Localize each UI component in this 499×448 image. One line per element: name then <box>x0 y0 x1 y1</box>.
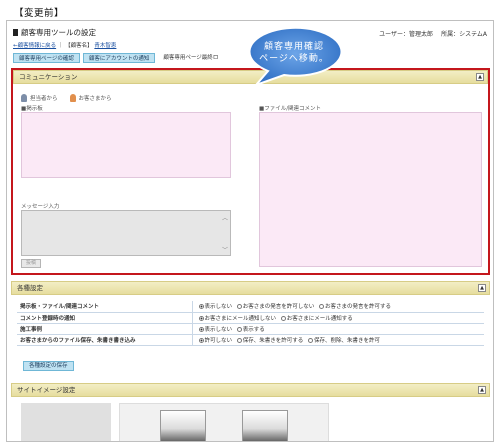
setting-options: 許可しない 保存、朱書きを許可する 保存、削除、朱書きを許可 <box>191 334 484 346</box>
setting-options: お客さまにメール通知しない お客さまにメール通知する <box>191 312 484 324</box>
document-icon <box>13 29 18 36</box>
settings-title: 各種設定 <box>17 284 43 292</box>
customer-person-icon <box>69 94 76 102</box>
callout-text: 顧客専用確認 ページへ移動。 <box>254 41 334 65</box>
radio-label: 許可しない <box>204 337 233 344</box>
radio-label: 表示する <box>242 326 265 333</box>
customer-name-link[interactable]: 青木智恵 <box>94 43 116 49</box>
radio-option[interactable] <box>319 304 325 310</box>
file-comment-label: ■ファイル/関連コメント <box>259 106 322 112</box>
site-image-header: サイトイメージ設定 ▲ <box>11 383 490 397</box>
collapse-toggle-icon[interactable]: ▲ <box>476 73 484 81</box>
setting-key: お客さまからのファイル保存、朱書き書き込み <box>17 334 192 346</box>
role-customer: お客さまから <box>69 94 112 102</box>
user-org: 所属：システムA <box>441 31 487 38</box>
staff-person-icon <box>21 94 27 102</box>
radio-label: お客さまの発言を許可する <box>325 304 392 311</box>
app-title-text: 顧客専用ツールの設定 <box>21 28 96 37</box>
radio-option[interactable] <box>198 326 204 332</box>
radio-label: お客さまにメール通知する <box>286 315 353 322</box>
setting-options: 表示しない 表示する <box>191 323 484 335</box>
radio-option[interactable] <box>198 315 204 321</box>
customer-label: 【顧客名】 <box>65 43 93 49</box>
user-name: ユーザー：管理太郎 <box>379 31 434 38</box>
site-image-title: サイトイメージ設定 <box>17 386 76 394</box>
setting-options: 表示しない お客さまの発言を許可しない お客さまの発言を許可する <box>191 301 484 313</box>
radio-label: 表示しない <box>204 304 233 311</box>
breadcrumb-separator: ｜ <box>57 43 64 49</box>
main-image-placeholder <box>21 403 111 441</box>
radio-option[interactable] <box>280 315 286 321</box>
callout-line-2: ページへ移動。 <box>259 54 329 64</box>
radio-label: お客さまの発言を許可しない <box>242 304 315 311</box>
communication-title: コミュニケーション <box>19 73 78 81</box>
role-staff-label: 担当者から <box>30 96 58 102</box>
site-image-collapse-icon[interactable]: ▲ <box>478 386 486 394</box>
radio-label: お客さまにメール通知しない <box>204 315 277 322</box>
radio-option[interactable] <box>308 337 314 343</box>
scroll-down-icon[interactable]: ﹀ <box>221 245 229 254</box>
page-caption: 【変更前】 <box>14 8 65 19</box>
radio-option[interactable] <box>198 337 204 343</box>
role-legend: 担当者から お客さまから <box>21 94 112 102</box>
save-settings-button[interactable]: 各種設定の保存 <box>23 361 74 371</box>
post-button[interactable]: 投稿 <box>21 259 41 268</box>
callout-line-1: 顧客専用確認 <box>263 42 324 52</box>
radio-label: 保存、朱書きを許可する <box>242 337 304 344</box>
communication-highlight: コミュニケーション ▲ 担当者から お客さまから ■掲示板 ■ファイル/関連コメ… <box>11 68 490 275</box>
table-row: 掲示板・ファイル/関連コメント 表示しない お客さまの発言を許可しない お客さま… <box>17 301 484 313</box>
scroll-up-icon[interactable]: ︿ <box>221 213 229 222</box>
site-image-section: サイトイメージ設定 ▲ <box>11 383 490 441</box>
role-staff: 担当者から <box>21 94 58 102</box>
callout-balloon: 顧客専用確認 ページへ移動。 <box>234 21 348 87</box>
site-image-body <box>11 403 490 441</box>
radio-option[interactable] <box>236 326 242 332</box>
message-input-label: メッセージ入力 <box>21 204 60 210</box>
tab-check-customer-page[interactable]: 顧客専用ページの確認 <box>13 53 80 63</box>
table-row: コメント登録時の通知 お客さまにメール通知しない お客さまにメール通知する <box>17 312 484 324</box>
thumbnail-strip <box>119 403 329 441</box>
setting-key: コメント登録時の通知 <box>17 312 192 324</box>
settings-header: 各種設定 ▲ <box>11 281 490 295</box>
back-to-customer-link[interactable]: ←顧客情報に戻る <box>13 43 56 49</box>
table-row: 施工事例 表示しない 表示する <box>17 323 484 335</box>
tab-notify-account[interactable]: 顧客にアカウントの通知 <box>82 53 156 63</box>
tab-last-login: 顧客専用ページ最終ロ <box>163 55 219 61</box>
radio-option[interactable] <box>198 304 204 310</box>
setting-key: 施工事例 <box>17 323 192 335</box>
file-comment-panel <box>259 112 482 267</box>
message-input[interactable]: ︿ ﹀ <box>21 210 231 256</box>
house-thumbnail[interactable] <box>160 410 206 441</box>
room-thumbnail[interactable] <box>242 410 288 441</box>
role-customer-label: お客さまから <box>78 96 112 102</box>
radio-option[interactable] <box>236 337 242 343</box>
app-title: 顧客専用ツールの設定 <box>13 27 96 38</box>
bulletin-board <box>21 112 231 178</box>
settings-collapse-icon[interactable]: ▲ <box>478 284 486 292</box>
radio-option[interactable] <box>236 304 242 310</box>
board-label: ■掲示板 <box>21 106 43 112</box>
action-tabs: 顧客専用ページの確認 顧客にアカウントの通知 顧客専用ページ最終ロ <box>13 53 223 63</box>
setting-key: 掲示板・ファイル/関連コメント <box>17 301 192 313</box>
table-row: お客さまからのファイル保存、朱書き書き込み 許可しない 保存、朱書きを許可する … <box>17 334 484 346</box>
radio-label: 保存、削除、朱書きを許可 <box>314 337 381 344</box>
user-info: ユーザー：管理太郎 所属：システムA <box>379 29 487 38</box>
settings-table: 掲示板・ファイル/関連コメント 表示しない お客さまの発言を許可しない お客さま… <box>17 301 484 346</box>
breadcrumb: ←顧客情報に戻る ｜ 【顧客名】 青木智恵 <box>13 41 116 49</box>
settings-section: 各種設定 ▲ 掲示板・ファイル/関連コメント 表示しない お客さまの発言を許可し… <box>11 281 490 371</box>
app-window: 顧客専用ツールの設定 ユーザー：管理太郎 所属：システムA ←顧客情報に戻る ｜ … <box>6 20 494 442</box>
radio-label: 表示しない <box>204 326 233 333</box>
